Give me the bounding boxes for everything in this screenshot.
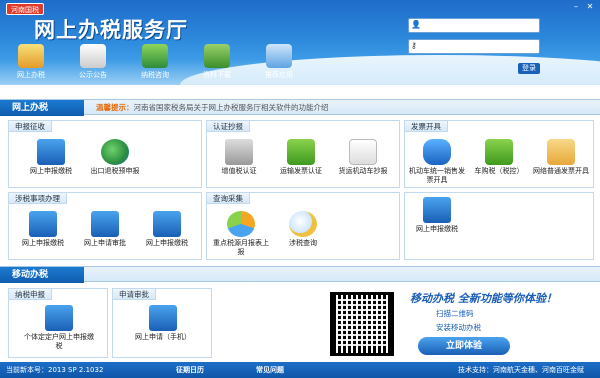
- invoice-box-icon: [547, 139, 575, 165]
- app-title: 网上办税服务厅: [34, 18, 188, 42]
- transport-invoice-item[interactable]: 运输发票认证: [273, 139, 329, 176]
- notice[interactable]: 温馨提示：河南省国家税务局关于网上办税服务厅相关软件的功能介绍: [96, 102, 329, 113]
- vehicle-report-item[interactable]: 货运机动车抄报: [335, 139, 391, 176]
- panel-query: 查询采集 重点税源月报表上报 涉税查询: [206, 192, 400, 260]
- tab-mobile-tax[interactable]: 移动办税: [0, 267, 84, 283]
- toolbar-download[interactable]: 资料下载: [186, 44, 248, 85]
- panel-affairs: 涉税事项办理 网上申报缴税 网上申请审批 网上申报缴税: [8, 192, 202, 260]
- extra-declare-item[interactable]: 网上申报缴税: [409, 197, 465, 234]
- panel-cert: 认证抄报 增值税认证 运输发票认证 货运机动车抄报: [206, 120, 400, 188]
- stamp-icon: [225, 139, 253, 165]
- close-button[interactable]: ✕: [584, 2, 596, 12]
- key-tax-report-item[interactable]: 重点税源月报表上报: [213, 211, 269, 257]
- promo-step1: 扫描二维码: [436, 309, 474, 318]
- form-icon: [91, 211, 119, 237]
- mobile-apply-item[interactable]: 网上申请（手机）: [135, 305, 191, 342]
- toolbar-tax[interactable]: 网上办税: [0, 44, 62, 85]
- document-icon: [349, 139, 377, 165]
- panel-title: 查询采集: [207, 193, 250, 204]
- panel-title: 申请审批: [113, 289, 156, 300]
- username-input[interactable]: [408, 18, 540, 33]
- affairs-declare-item-2[interactable]: 网上申报缴税: [139, 211, 195, 248]
- promo-step2: 安装移动办税: [436, 323, 481, 332]
- download-icon: [204, 44, 230, 68]
- monitor-icon: [37, 139, 65, 165]
- car-icon: [423, 139, 451, 165]
- monitor-icon: [153, 211, 181, 237]
- toolbar: 网上办税 公示公告 纳税咨询 资料下载 推荐应用: [0, 44, 310, 85]
- globe-icon: [101, 139, 129, 165]
- faq-link[interactable]: 常见问题: [256, 362, 284, 378]
- nav-bar: 网上办税 温馨提示：河南省国家税务局关于网上办税服务厅相关软件的功能介绍: [0, 99, 600, 116]
- header: 河南国税 网上办税服务厅 – ✕ 👤 ⚷ 登录 网上办税 公示公告 纳税咨询 资…: [0, 0, 600, 85]
- panel-tax-declare: 纳税申报 个体定定户网上申报缴税: [8, 288, 108, 358]
- toolbar-consult[interactable]: 纳税咨询: [124, 44, 186, 85]
- key-icon: ⚷: [411, 41, 417, 50]
- promo-title: 移动办税 全新功能等你体验！: [410, 292, 557, 305]
- purchase-tax-item[interactable]: 车购税（税控）: [471, 139, 527, 176]
- password-input[interactable]: [408, 39, 540, 54]
- monitor-icon: [29, 211, 57, 237]
- minimize-button[interactable]: –: [570, 2, 582, 12]
- panel-title: 纳税申报: [9, 289, 52, 300]
- people-icon: [142, 44, 168, 68]
- monitor-icon: [423, 197, 451, 223]
- export-refund-item[interactable]: 出口退税预申报: [87, 139, 143, 176]
- toolbar-notice[interactable]: 公示公告: [62, 44, 124, 85]
- pin-icon: [80, 44, 106, 68]
- panel-title: 发票开具: [405, 121, 448, 132]
- vehicle-invoice-item[interactable]: 机动车统一销售发票开具: [409, 139, 465, 185]
- affairs-declare-item[interactable]: 网上申报缴税: [15, 211, 71, 248]
- tax-icon: [18, 44, 44, 68]
- car-tax-icon: [485, 139, 513, 165]
- panel-invoice: 发票开具 机动车统一销售发票开具 车购税（税控） 网络普通发票开具: [404, 120, 594, 188]
- panel-title: 申报征收: [9, 121, 52, 132]
- version-text: 当前新本号：2013 SP 2.1032: [6, 366, 104, 374]
- login-panel: 👤 ⚷: [408, 18, 540, 54]
- try-now-button[interactable]: 立即体验: [418, 337, 510, 355]
- app-icon: [266, 44, 292, 68]
- online-declare-item[interactable]: 网上申报缴税: [23, 139, 79, 176]
- toolbar-apps[interactable]: 推荐应用: [248, 44, 310, 85]
- panel-title: 涉税事项办理: [9, 193, 67, 204]
- pie-chart-icon: [227, 211, 255, 237]
- panel-title: 认证抄报: [207, 121, 250, 132]
- qr-code: [330, 292, 394, 356]
- support-text: 技术支持：河南航天金穗、河南百旺金赋: [458, 366, 584, 374]
- panel-apply: 申请审批 网上申请（手机）: [112, 288, 212, 358]
- phone-icon: [45, 305, 73, 331]
- footer: 当前新本号：2013 SP 2.1032 征期日历 常见问题 技术支持：河南航天…: [0, 362, 600, 378]
- tax-query-item[interactable]: 涉税查询: [275, 211, 331, 248]
- tab-online-tax[interactable]: 网上办税: [0, 100, 84, 116]
- net-invoice-item[interactable]: 网络普通发票开具: [533, 139, 589, 176]
- panel-extra: 网上申报缴税: [404, 192, 594, 260]
- magnifier-icon: [289, 211, 317, 237]
- panel-declare: 申报征收 网上申报缴税 出口退税预申报: [8, 120, 202, 188]
- mobile-bar: 移动办税: [0, 266, 600, 283]
- individual-declare-item[interactable]: 个体定定户网上申报缴税: [21, 305, 97, 351]
- affairs-apply-item[interactable]: 网上申请审批: [77, 211, 133, 248]
- user-icon: 👤: [411, 20, 421, 29]
- login-button[interactable]: 登录: [518, 63, 540, 74]
- calendar-link[interactable]: 征期日历: [176, 362, 204, 378]
- phone-form-icon: [149, 305, 177, 331]
- invoice-icon: [287, 139, 315, 165]
- vat-cert-item[interactable]: 增值税认证: [211, 139, 267, 176]
